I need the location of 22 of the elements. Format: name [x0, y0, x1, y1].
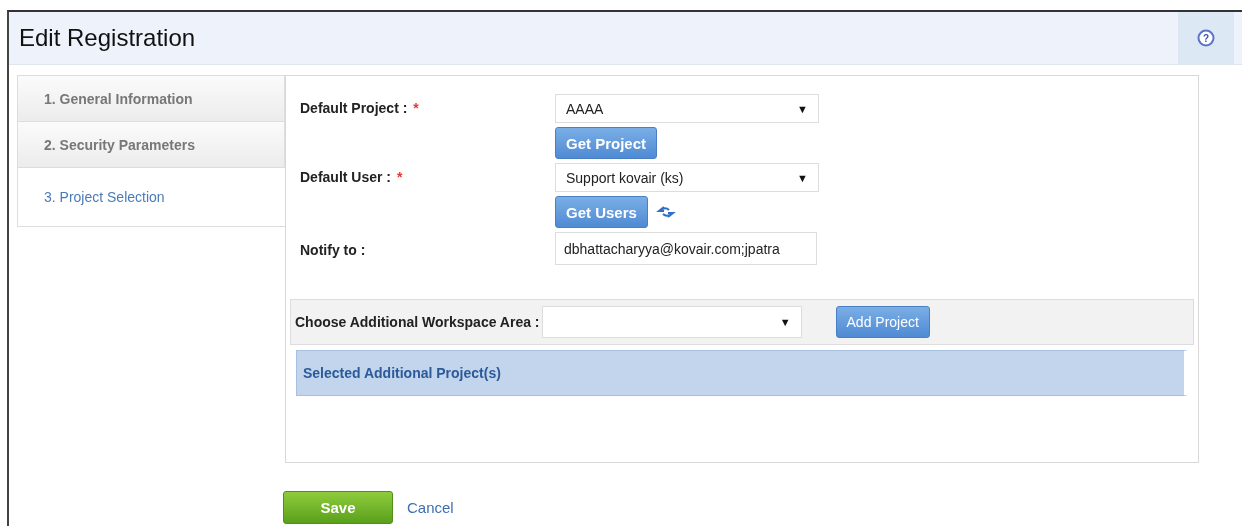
required-mark: * [413, 100, 419, 116]
workspace-dropdown[interactable]: ▼ [541, 306, 802, 338]
field-label: Default User : [300, 169, 392, 185]
add-project-button[interactable]: Add Project [835, 306, 930, 338]
help-icon[interactable]: ? [1197, 29, 1215, 47]
project-dropdown[interactable]: AAAA ▼ [555, 94, 819, 123]
notify-field[interactable]: dbhattacharyya@kovair.com;jpatra [555, 232, 817, 265]
step-tab[interactable]: 3. Project Selection [17, 167, 285, 227]
save-button[interactable]: Save [283, 491, 393, 524]
field-label: Choose Additional Workspace Area : [295, 314, 540, 330]
cancel-link[interactable]: Cancel [407, 499, 454, 516]
get-users-button[interactable]: Get Users [555, 196, 648, 228]
selected-projects-header: Selected Additional Project(s) [296, 350, 1188, 396]
page-title: Edit Registration [18, 24, 197, 52]
step-tab[interactable]: 2. Security Parameters [17, 121, 285, 167]
get-project-button[interactable]: Get Project [555, 127, 658, 159]
user-dropdown[interactable]: Support kovair (ks) ▼ [555, 163, 819, 192]
field-label: Default Project : [300, 100, 408, 116]
required-mark: * [397, 169, 403, 185]
step-tab[interactable]: 1. General Information [17, 75, 285, 121]
refresh-icon[interactable] [655, 204, 676, 220]
field-label: Notify to : [300, 241, 367, 260]
